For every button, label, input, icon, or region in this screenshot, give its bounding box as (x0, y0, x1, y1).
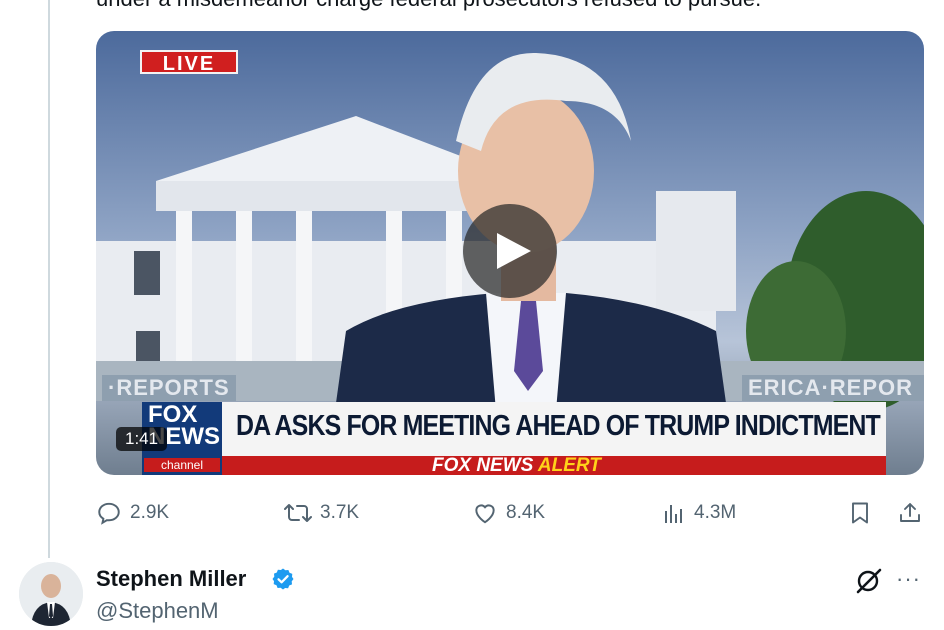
verified-badge-icon (272, 568, 294, 590)
share-icon (900, 503, 920, 522)
thread-connector-line (48, 0, 50, 558)
news-headline: DA ASKS FOR MEETING AHEAD OF TRUMP INDIC… (236, 410, 881, 442)
alert-word: ALERT (537, 455, 601, 475)
lower-third-banner: DA ASKS FOR MEETING AHEAD OF TRUMP INDIC… (222, 402, 886, 456)
alert-text: FOX NEWS ALERT (432, 455, 601, 475)
avatar-image (19, 562, 83, 626)
grok-icon[interactable] (854, 567, 884, 595)
tweet-actions: 2.9K 3.7K 8.4K 4.3M (96, 495, 924, 531)
heart-icon (475, 504, 495, 524)
video-player[interactable]: LIVE ·REPORTS ERICA·REPOR DA ASKS FOR ME… (96, 31, 924, 475)
reports-banner-right: ERICA·REPOR (742, 375, 924, 401)
reports-banner-left: ·REPORTS (102, 375, 236, 401)
play-button[interactable] (463, 204, 557, 298)
play-icon (497, 233, 531, 269)
retweet-icon (284, 504, 312, 522)
more-options-button[interactable]: ··· (896, 566, 921, 592)
bookmark-icon (852, 502, 868, 524)
alert-brand: FOX NEWS (432, 455, 534, 475)
retweet-button[interactable]: 3.7K (284, 495, 359, 531)
views-chart-icon (665, 505, 682, 523)
reply-count: 2.9K (130, 502, 170, 523)
like-button[interactable]: 8.4K (472, 495, 545, 531)
like-count: 8.4K (506, 502, 546, 523)
video-duration: 1:41 (116, 427, 168, 451)
live-badge: LIVE (140, 50, 238, 75)
views-count: 4.3M (694, 502, 737, 523)
bookmark-button[interactable] (848, 495, 872, 531)
avatar[interactable] (19, 562, 83, 626)
author-name[interactable]: Stephen Miller (96, 566, 246, 592)
reply-button[interactable]: 2.9K (96, 495, 169, 531)
author-handle[interactable]: @StephenM (96, 598, 219, 624)
alert-bar: FOX NEWS ALERT (222, 455, 886, 475)
views-button[interactable]: 4.3M (662, 495, 736, 531)
reply-icon (98, 502, 120, 525)
tweet-text: under a misdemeanor charge federal prose… (96, 0, 761, 12)
network-logo-line3: channel (144, 458, 220, 472)
share-button[interactable] (898, 495, 922, 531)
retweet-count: 3.7K (320, 502, 360, 523)
